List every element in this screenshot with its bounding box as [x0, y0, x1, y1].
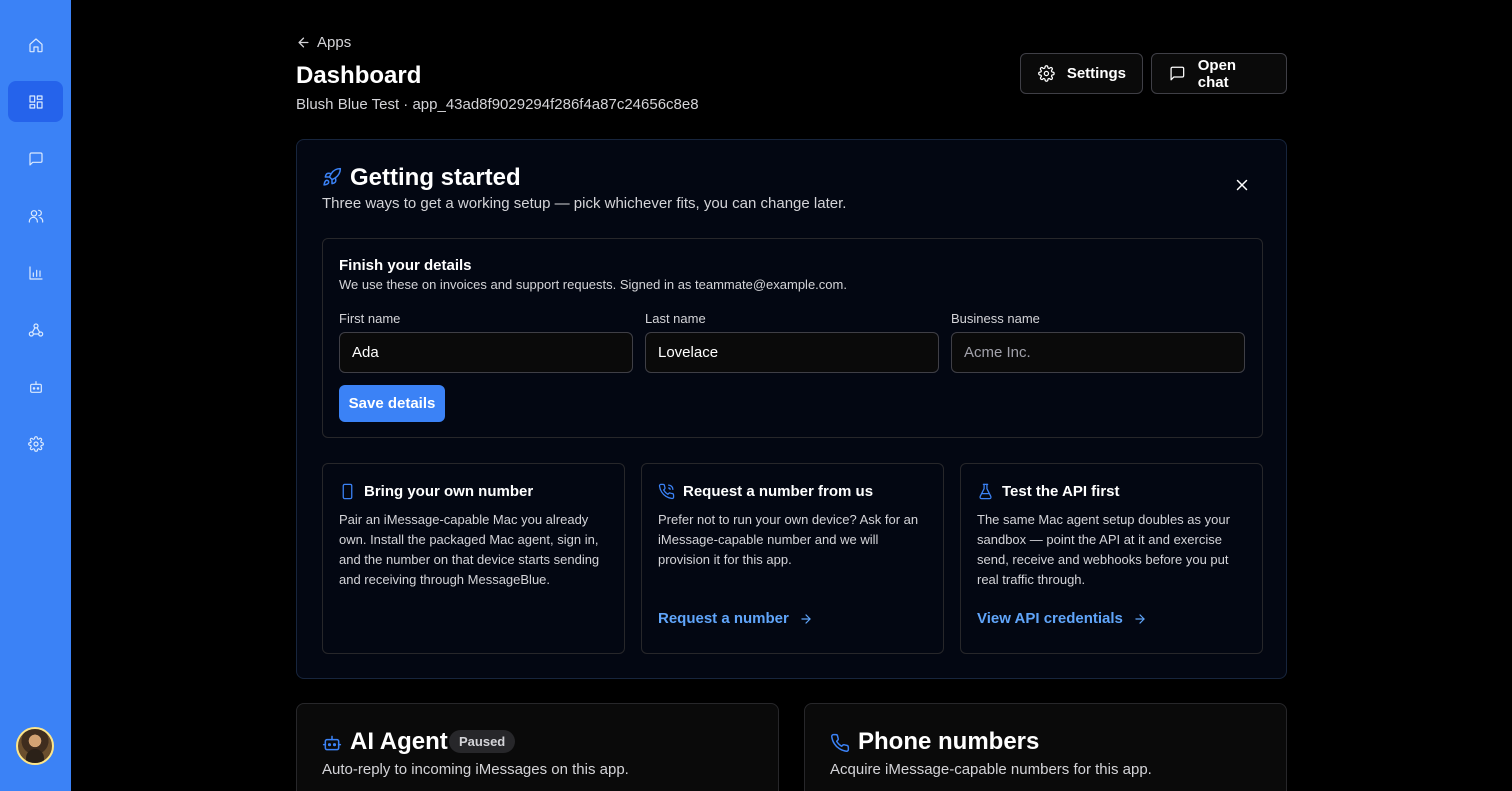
option-bring-own-number: Bring your own number Pair an iMessage-c…	[322, 463, 625, 654]
sidebar-item-webhooks[interactable]	[8, 309, 63, 350]
option-description: Pair an iMessage-capable Mac you already…	[339, 512, 600, 587]
dashboard-icon	[28, 94, 43, 109]
option-description: Prefer not to run your own device? Ask f…	[658, 512, 919, 567]
phone-numbers-title: Phone numbers	[858, 728, 1040, 755]
gear-icon	[1038, 65, 1055, 82]
finish-details-form: Finish your details We use these on invo…	[322, 238, 1263, 438]
option-description: The same Mac agent setup doubles as your…	[977, 512, 1230, 587]
sidebar	[0, 0, 71, 791]
sidebar-item-dashboard[interactable]	[8, 81, 63, 122]
ai-agent-title: AI Agent	[350, 728, 448, 755]
ai-agent-card: AI Agent Paused Auto-reply to incoming i…	[296, 703, 779, 791]
settings-button-label: Settings	[1066, 65, 1126, 82]
back-link-label: Apps	[317, 34, 352, 51]
first-name-input[interactable]	[339, 332, 633, 373]
gear-icon	[27, 435, 44, 452]
phone-numbers-description: Acquire iMessage-capable numbers for thi…	[830, 761, 1152, 778]
details-title: Finish your details	[339, 257, 472, 274]
app-subtitle: Blush Blue Test · app_43ad8f9029294f286f…	[296, 96, 699, 113]
arrow-right-icon	[1135, 613, 1145, 624]
getting-started-card: Getting started Three ways to get a work…	[296, 139, 1287, 679]
settings-button[interactable]: Settings	[1020, 53, 1143, 94]
arrow-left-icon	[298, 37, 309, 48]
bot-icon	[29, 380, 42, 393]
view-api-credentials-link-label: View API credentials	[977, 610, 1123, 627]
sidebar-item-agent[interactable]	[8, 366, 63, 407]
arrow-right-icon	[801, 613, 811, 624]
getting-started-description: Three ways to get a working setup — pick…	[322, 195, 847, 212]
page-title: Dashboard	[296, 62, 422, 89]
request-number-link[interactable]: Request a number	[658, 610, 813, 627]
open-chat-button-label: Open chat	[1197, 56, 1237, 91]
chart-icon	[28, 265, 43, 280]
option-title: Request a number from us	[683, 483, 874, 500]
close-icon[interactable]	[1233, 176, 1251, 194]
option-request-number: Request a number from us Prefer not to r…	[641, 463, 944, 654]
details-description: We use these on invoices and support req…	[339, 277, 847, 292]
avatar[interactable]	[16, 727, 54, 765]
option-title: Bring your own number	[364, 483, 534, 500]
users-icon	[28, 209, 43, 223]
sidebar-item-messages[interactable]	[8, 138, 63, 179]
last-name-label: Last name	[645, 311, 706, 326]
home-icon	[28, 37, 43, 52]
chat-icon	[28, 151, 43, 166]
view-api-credentials-link[interactable]: View API credentials	[977, 610, 1147, 627]
option-test-api: Test the API first The same Mac agent se…	[960, 463, 1263, 654]
last-name-input[interactable]	[645, 332, 939, 373]
bot-icon	[322, 733, 342, 753]
option-title: Test the API first	[1002, 483, 1120, 500]
sidebar-item-analytics[interactable]	[8, 252, 63, 293]
request-number-link-label: Request a number	[658, 610, 789, 627]
sidebar-item-settings[interactable]	[8, 423, 63, 464]
sidebar-item-home[interactable]	[8, 24, 63, 65]
first-name-label: First name	[339, 311, 401, 326]
status-badge: Paused	[449, 730, 516, 753]
phone-icon	[830, 733, 850, 753]
back-link[interactable]: Apps	[296, 34, 351, 51]
ai-agent-description: Auto-reply to incoming iMessages on this…	[322, 761, 629, 778]
open-chat-button[interactable]: Open chat	[1151, 53, 1287, 94]
getting-started-title: Getting started	[350, 164, 521, 191]
flask-icon	[977, 483, 994, 500]
chat-icon	[1170, 66, 1185, 81]
rocket-icon	[322, 167, 342, 187]
phone-numbers-card: Phone numbers Acquire iMessage-capable n…	[804, 703, 1287, 791]
webhook-icon	[28, 322, 43, 337]
phone-device-icon	[339, 483, 356, 500]
business-name-input[interactable]	[951, 332, 1245, 373]
business-name-label: Business name	[951, 311, 1040, 326]
phone-call-icon	[658, 483, 675, 500]
save-details-button[interactable]: Save details	[339, 385, 445, 422]
sidebar-item-contacts[interactable]	[8, 195, 63, 236]
